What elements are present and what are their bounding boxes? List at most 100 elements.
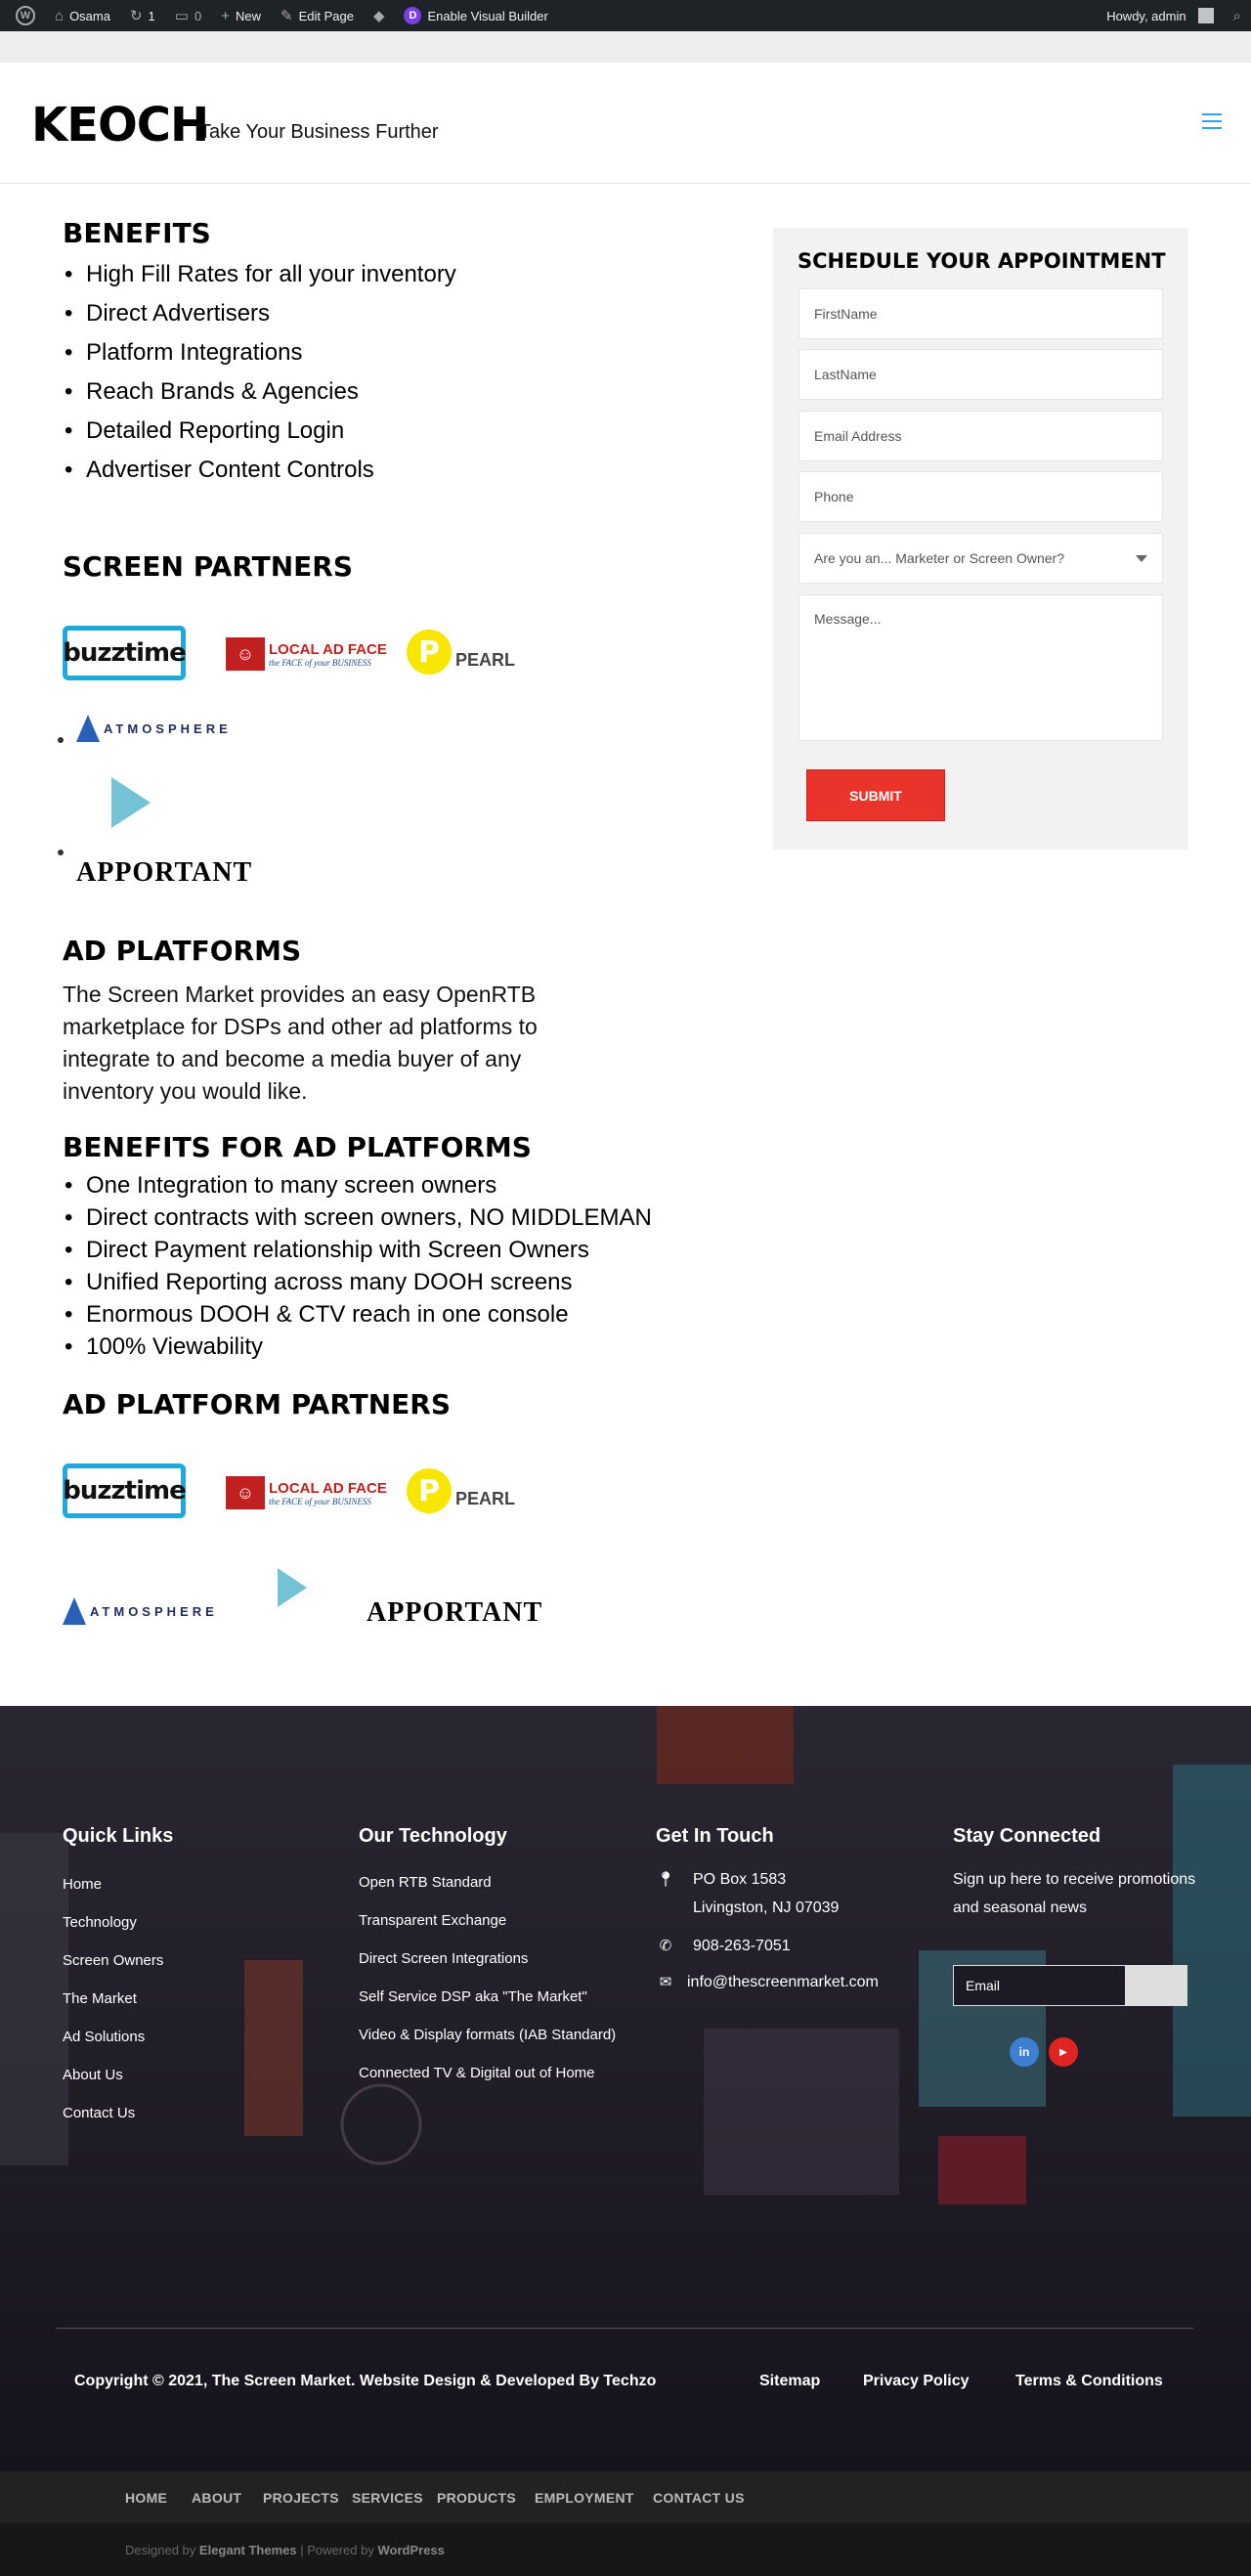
- role-select[interactable]: Are you an... Marketer or Screen Owner?: [798, 533, 1163, 584]
- privacy-policy-link[interactable]: Privacy Policy: [863, 2373, 970, 2390]
- wordpress-menu[interactable]: W: [0, 0, 45, 31]
- site-name-link[interactable]: ⌂ Osama: [45, 0, 120, 31]
- bottom-nav-about[interactable]: ABOUT: [192, 2471, 241, 2523]
- footer-link[interactable]: Ad Solutions: [63, 2018, 173, 2056]
- terms-link[interactable]: Terms & Conditions: [1015, 2373, 1163, 2390]
- new-label: New: [235, 8, 261, 23]
- quick-links-list: Home Technology Screen Owners The Market…: [63, 1865, 173, 2132]
- pearl-logo: P PEARL: [407, 630, 515, 675]
- newsletter-submit-button[interactable]: [1125, 1965, 1187, 2006]
- updates-link[interactable]: ↻ 1: [120, 0, 165, 31]
- divi-tools-link[interactable]: ◆: [364, 0, 395, 31]
- edit-label: Edit Page: [298, 8, 354, 23]
- lastname-field[interactable]: LastName: [798, 349, 1163, 400]
- pearl-wordmark: PEARL: [455, 1488, 516, 1508]
- list-item: Reach Brands & Agencies: [63, 372, 727, 412]
- local-ad-face-wordmark: LOCAL AD FACE: [269, 1479, 387, 1497]
- footer-link[interactable]: Screen Owners: [63, 1942, 173, 1980]
- local-ad-face-logo: ☺ LOCAL AD FACE the FACE of your BUSINESS: [226, 637, 387, 671]
- linkedin-icon[interactable]: in: [1010, 2037, 1039, 2067]
- elegant-themes-link[interactable]: Elegant Themes: [199, 2543, 297, 2557]
- screen-partners-heading: SCREEN PARTNERS: [63, 550, 354, 583]
- apportant-logo: APPORTANT: [76, 857, 252, 889]
- local-ad-face-wordmark: LOCAL AD FACE: [269, 640, 387, 658]
- footer-link[interactable]: Contact Us: [63, 2094, 173, 2132]
- footer-link[interactable]: Self Service DSP aka "The Market": [359, 1978, 616, 2016]
- local-ad-face-mark: ☺: [226, 1476, 265, 1509]
- bottom-nav-home[interactable]: HOME: [125, 2471, 167, 2523]
- firstname-field[interactable]: FirstName: [798, 288, 1163, 339]
- bottom-nav-projects[interactable]: PROJECTS: [263, 2471, 339, 2523]
- quick-links-heading: Quick Links: [63, 1825, 174, 1847]
- footer-link[interactable]: About Us: [63, 2056, 173, 2094]
- phone-icon: ✆: [659, 1938, 672, 1954]
- list-item: Direct Payment relationship with Screen …: [63, 1234, 652, 1266]
- benefits-ad-heading: BENEFITS FOR AD PLATFORMS: [63, 1131, 532, 1163]
- list-item: Direct Advertisers: [63, 294, 727, 333]
- local-ad-face-mark: ☺: [226, 637, 265, 671]
- appointment-form: SCHEDULE YOUR APPOINTMENT FirstName Last…: [773, 228, 1188, 850]
- lastname-placeholder: LastName: [814, 367, 877, 382]
- bottom-nav-employment[interactable]: EMPLOYMENT: [535, 2471, 634, 2523]
- form-title: SCHEDULE YOUR APPOINTMENT: [798, 249, 1166, 273]
- contact-heading: Get In Touch: [656, 1825, 774, 1847]
- footer-link[interactable]: The Market: [63, 1980, 173, 2018]
- atmosphere-mark-icon: [63, 1597, 86, 1625]
- footer-link[interactable]: Connected TV & Digital out of Home: [359, 2054, 616, 2092]
- howdy-text: Howdy, admin: [1106, 8, 1186, 23]
- admin-search[interactable]: ⌕: [1224, 0, 1251, 31]
- phone-field[interactable]: Phone: [798, 471, 1163, 522]
- new-content-link[interactable]: + New: [211, 0, 271, 31]
- menu-hamburger-icon[interactable]: [1202, 113, 1222, 129]
- pearl-mark: P: [407, 1468, 452, 1513]
- footer-link[interactable]: Home: [63, 1865, 173, 1903]
- technology-list: Open RTB Standard Transparent Exchange D…: [359, 1863, 616, 2092]
- phone-number: 908-263-7051: [693, 1938, 791, 1954]
- comments-link[interactable]: ▭ 0: [165, 0, 211, 31]
- dashboard-icon: ⌂: [55, 7, 65, 24]
- buzztime-logo: buzztime: [63, 626, 187, 680]
- wordpress-link[interactable]: WordPress: [377, 2543, 444, 2557]
- map-pin-icon: 📍︎: [656, 1871, 675, 1888]
- top-spacer: [0, 31, 1251, 63]
- credits-separator: | Powered by: [296, 2542, 378, 2557]
- email-placeholder: Email Address: [814, 428, 902, 444]
- account-menu[interactable]: Howdy, admin: [1097, 0, 1223, 31]
- phone-row[interactable]: ✆ 908-263-7051: [656, 1932, 929, 1960]
- comments-count: 0: [194, 8, 202, 23]
- footer-link[interactable]: Transparent Exchange: [359, 1901, 616, 1940]
- benefits-list: High Fill Rates for all your inventory D…: [63, 255, 727, 490]
- apportant-wordmark: APPORTANT: [367, 1597, 543, 1628]
- site-tagline: Take Your Business Further: [199, 121, 439, 143]
- bottom-nav-contact[interactable]: CONTACT US: [653, 2471, 745, 2523]
- bing-play-icon: [278, 1568, 307, 1607]
- footer-link[interactable]: Video & Display formats (IAB Standard): [359, 2016, 616, 2054]
- email-field[interactable]: Email Address: [798, 411, 1163, 461]
- pearl-wordmark: PEARL: [455, 649, 516, 670]
- youtube-icon[interactable]: ▶: [1049, 2037, 1078, 2067]
- list-item: Advertiser Content Controls: [63, 451, 727, 490]
- list-item: One Integration to many screen owners: [63, 1169, 652, 1201]
- sitemap-link[interactable]: Sitemap: [759, 2373, 820, 2390]
- edit-page-link[interactable]: ✎ Edit Page: [271, 0, 364, 31]
- firstname-placeholder: FirstName: [814, 306, 878, 322]
- technology-heading: Our Technology: [359, 1825, 507, 1847]
- credits-designed-by: Designed by: [125, 2542, 196, 2557]
- diamond-icon: ◆: [372, 8, 385, 24]
- bottom-nav-services[interactable]: SERVICES: [352, 2471, 423, 2523]
- email-row[interactable]: ✉ info@thescreenmarket.com: [656, 1968, 929, 1996]
- message-field[interactable]: Message...: [798, 594, 1163, 741]
- bottom-nav-products[interactable]: PRODUCTS: [437, 2471, 516, 2523]
- footer-link[interactable]: Direct Screen Integrations: [359, 1940, 616, 1978]
- bottom-nav: HOME ABOUT PROJECTS SERVICES PRODUCTS EM…: [0, 2471, 1251, 2523]
- submit-button[interactable]: SUBMIT: [806, 769, 945, 821]
- email-address: info@thescreenmarket.com: [687, 1974, 879, 1990]
- footer-link[interactable]: Open RTB Standard: [359, 1863, 616, 1901]
- visual-builder-link[interactable]: D Enable Visual Builder: [394, 0, 557, 31]
- site-logo[interactable]: KEOCH: [31, 98, 209, 153]
- bing-logo: [111, 777, 151, 828]
- list-item: Unified Reporting across many DOOH scree…: [63, 1266, 652, 1298]
- footer-link[interactable]: Technology: [63, 1903, 173, 1942]
- list-item: Direct contracts with screen owners, NO …: [63, 1201, 652, 1234]
- local-ad-face-slogan: the FACE of your BUSINESS: [269, 657, 371, 668]
